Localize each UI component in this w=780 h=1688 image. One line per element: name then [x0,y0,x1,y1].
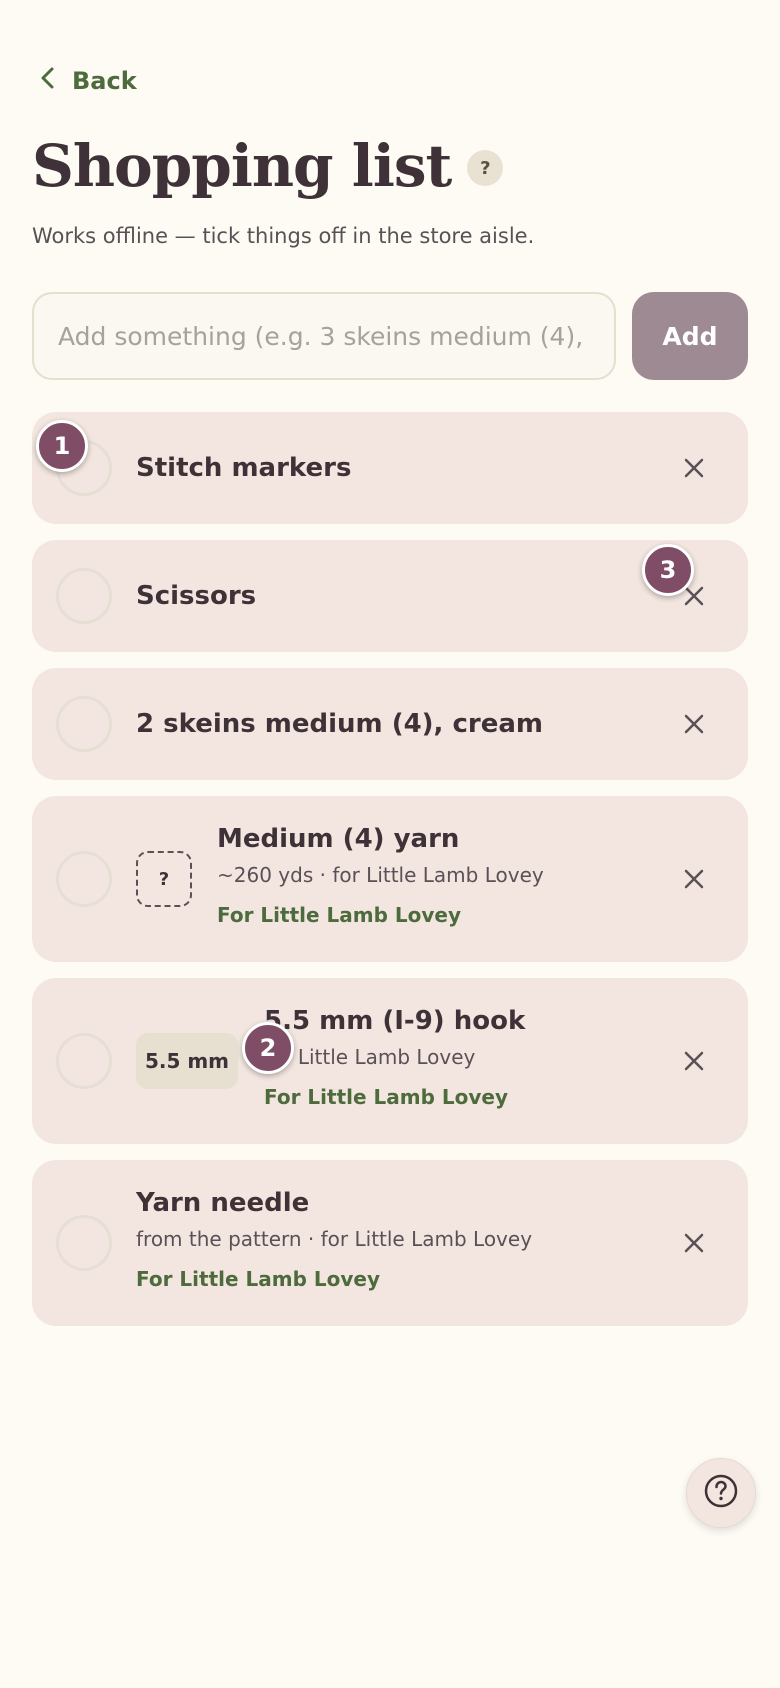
help-circle-icon [703,1473,739,1513]
item-name: 5.5 mm (I-9) hook [264,1006,526,1036]
add-item-input[interactable] [32,292,616,380]
hook-size-badge: 5.5 mm [136,1033,238,1089]
shopping-list-page: Back Shopping list ? Works offline — tic… [0,0,780,1688]
shopping-list: Stitch markers 1 Scissors 3 2 skeins med… [32,412,748,1342]
step-marker-3: 3 [642,544,694,596]
close-icon[interactable] [680,865,708,893]
list-item: 2 skeins medium (4), cream [32,668,748,780]
item-name: Medium (4) yarn [217,824,460,854]
close-icon[interactable] [680,710,708,738]
unknown-yarn-thumbnail: ? [136,851,192,907]
list-item: Stitch markers 1 [32,412,748,524]
title-row: Shopping list ? [32,132,504,200]
close-icon[interactable] [680,454,708,482]
page-subtitle: Works offline — tick things off in the s… [32,224,535,248]
list-item: 5.5 mm 5.5 mm (I-9) hook for Little Lamb… [32,978,748,1144]
close-icon[interactable] [680,1229,708,1257]
item-checkbox[interactable] [56,1033,112,1089]
item-name: Yarn needle [136,1188,310,1218]
item-details: 5.5 mm (I-9) hook for Little Lamb Lovey … [264,1004,525,1110]
list-item: Yarn needle from the pattern · for Littl… [32,1160,748,1326]
item-meta: ~260 yds · for Little Lamb Lovey [217,863,544,887]
item-label: Scissors [136,581,257,611]
back-link[interactable]: Back [38,66,137,96]
item-checkbox[interactable] [56,696,112,752]
item-details: Medium (4) yarn ~260 yds · for Little La… [217,822,544,928]
item-meta: for Little Lamb Lovey [264,1045,476,1069]
item-meta: from the pattern · for Little Lamb Lovey [136,1227,533,1251]
add-button[interactable]: Add [632,292,748,380]
close-icon[interactable] [680,1047,708,1075]
list-item: ? Medium (4) yarn ~260 yds · for Little … [32,796,748,962]
page-title: Shopping list [32,132,452,200]
add-item-row: Add [32,292,748,380]
step-marker-1: 1 [36,420,88,472]
pattern-tag: For Little Lamb Lovey [136,1267,381,1291]
back-label: Back [72,67,137,95]
item-label: 2 skeins medium (4), cream [136,709,543,739]
pattern-tag: For Little Lamb Lovey [264,1085,509,1109]
chevron-left-icon [38,66,58,96]
help-button[interactable] [686,1458,756,1528]
item-label: Stitch markers [136,453,352,483]
title-help-button[interactable]: ? [467,150,504,186]
item-details: Yarn needle from the pattern · for Littl… [136,1186,532,1292]
item-checkbox[interactable] [56,851,112,907]
step-marker-2: 2 [242,1022,294,1074]
list-item: Scissors 3 [32,540,748,652]
pattern-tag: For Little Lamb Lovey [217,903,462,927]
item-checkbox[interactable] [56,1215,112,1271]
item-checkbox[interactable] [56,568,112,624]
